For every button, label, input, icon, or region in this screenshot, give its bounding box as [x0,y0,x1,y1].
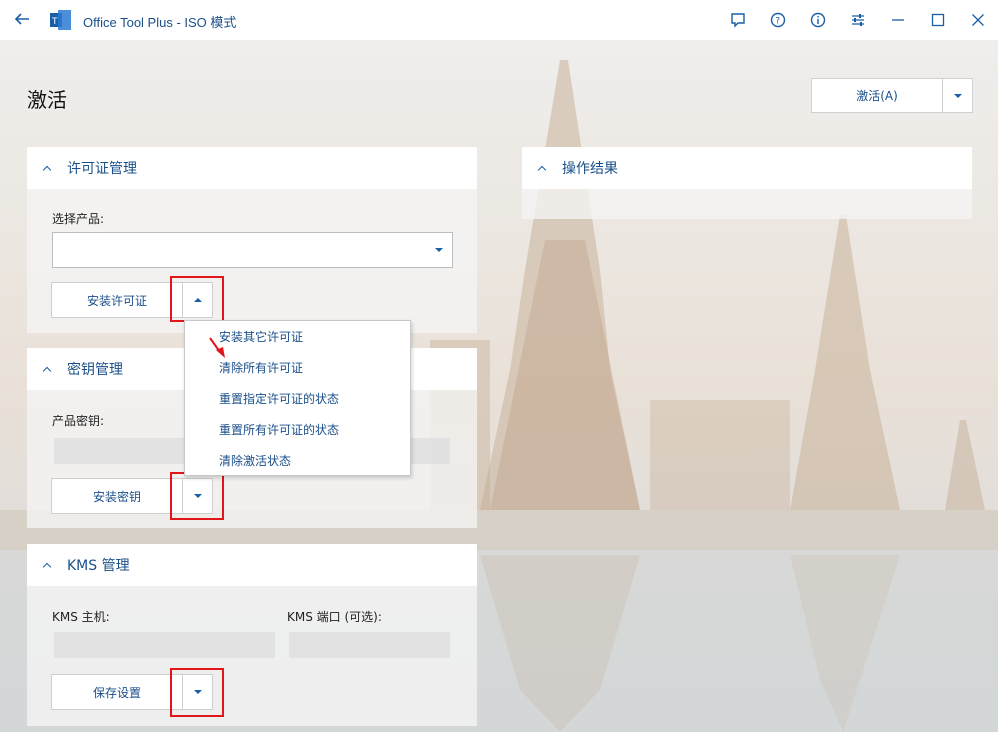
red-arrow-icon [209,337,225,358]
result-panel-header[interactable]: 操作结果 [522,147,972,189]
chevron-down-icon [435,248,443,252]
activate-button[interactable]: 激活(A) [812,79,942,112]
result-panel-body [522,189,972,219]
minimize-icon[interactable] [878,0,918,40]
chevron-up-icon [522,164,562,174]
chevron-up-icon [27,365,67,375]
page-title: 激活 [27,88,67,112]
info-icon[interactable] [798,0,838,40]
chevron-up-icon [27,561,67,571]
select-product-label: 选择产品: [52,212,105,226]
save-settings-button[interactable]: 保存设置 [52,675,182,709]
kms-host-input[interactable] [54,632,275,658]
title-bar: T Office Tool Plus - ISO 模式 ? [0,0,998,40]
settings-sliders-icon[interactable] [838,0,878,40]
maximize-icon[interactable] [918,0,958,40]
menu-item-reset-all-licenses[interactable]: 重置所有许可证的状态 [185,414,410,445]
svg-text:T: T [51,17,58,27]
license-panel-header[interactable]: 许可证管理 [27,147,477,189]
close-icon[interactable] [958,0,998,40]
highlight-box [170,668,224,717]
menu-item-clear-activation[interactable]: 清除激活状态 [185,445,410,476]
install-license-button[interactable]: 安装许可证 [52,283,182,317]
kms-port-label: KMS 端口 (可选): [287,610,382,624]
window-title: Office Tool Plus - ISO 模式 [83,15,237,30]
result-panel: 操作结果 [522,147,972,219]
kms-panel-title: KMS 管理 [67,558,130,574]
menu-item-reset-specified-license[interactable]: 重置指定许可证的状态 [185,383,410,414]
product-select[interactable] [52,232,453,268]
result-panel-title: 操作结果 [562,161,618,177]
chevron-up-icon [27,164,67,174]
activate-split-button: 激活(A) [811,78,973,113]
product-key-label: 产品密钥: [52,414,105,428]
kms-host-label: KMS 主机: [52,610,110,624]
back-arrow-icon[interactable] [12,10,32,30]
app-logo-icon: T [50,10,72,30]
highlight-box [170,472,224,520]
license-panel-title: 许可证管理 [67,161,137,177]
svg-text:?: ? [775,17,780,27]
install-key-button[interactable]: 安装密钥 [52,479,182,513]
kms-port-input[interactable] [289,632,450,658]
highlight-box [170,276,224,322]
help-icon[interactable]: ? [758,0,798,40]
activate-dropdown-button[interactable] [942,79,972,112]
key-panel-title: 密钥管理 [67,362,123,378]
feedback-icon[interactable] [718,0,758,40]
chevron-down-icon [953,93,962,98]
kms-panel-header[interactable]: KMS 管理 [27,544,477,586]
